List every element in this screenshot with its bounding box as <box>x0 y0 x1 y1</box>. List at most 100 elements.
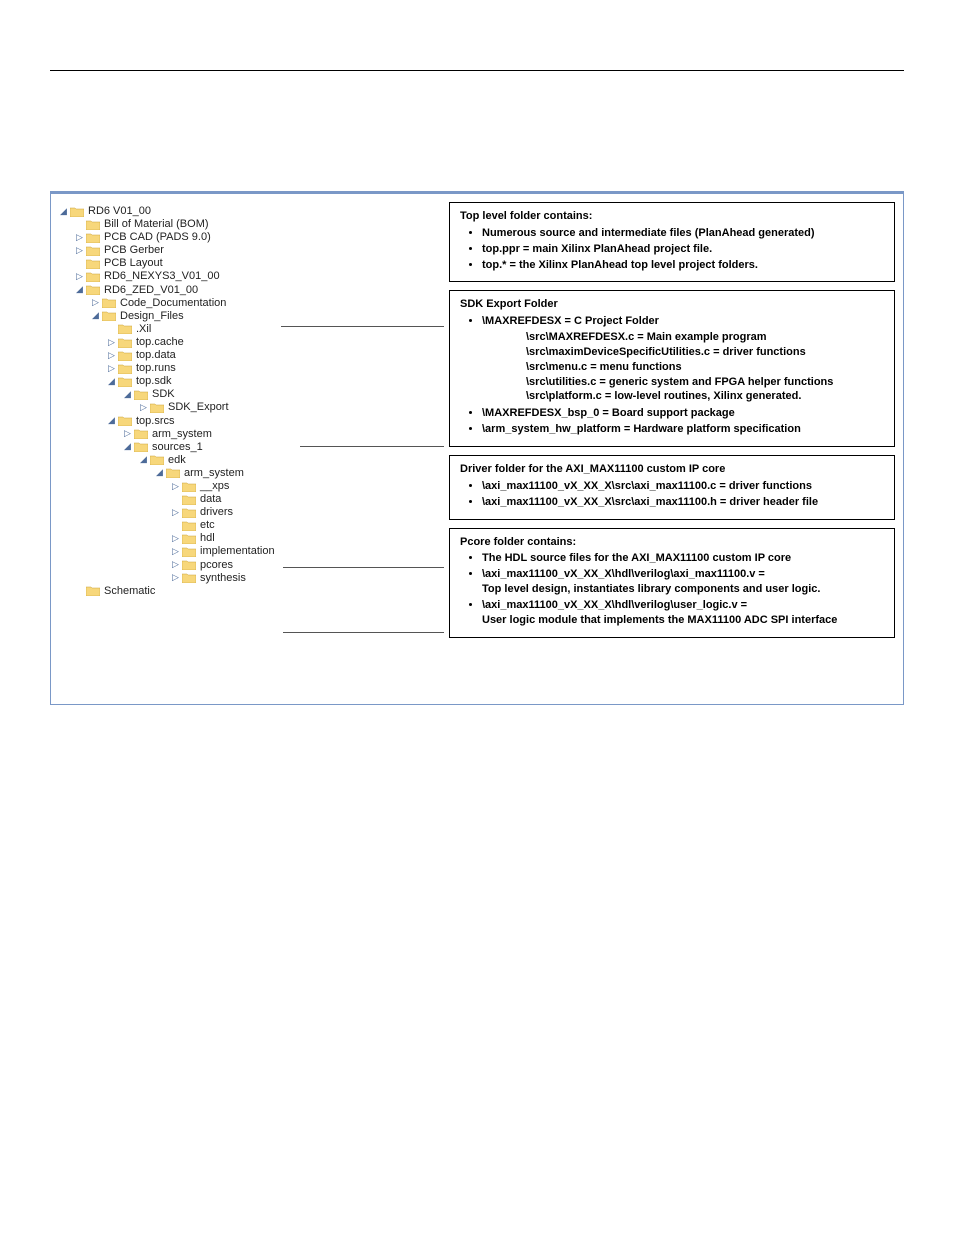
folder-icon <box>118 376 132 387</box>
box-bullet: \axi_max11100_vX_XX_X\src\axi_max11100.h… <box>482 495 884 510</box>
collapse-icon[interactable]: ◢ <box>107 415 116 426</box>
tree-item[interactable]: ▷ hdl <box>171 532 319 544</box>
folder-icon <box>134 428 148 439</box>
tree-item[interactable]: ◢RD6 V01_00 ·Bill of Material (BOM) ▷PCB… <box>59 205 319 597</box>
folder-icon <box>86 284 100 295</box>
box-subline: \src\platform.c = low-level routines, Xi… <box>526 389 884 404</box>
tree-label: top.sdk <box>136 375 171 387</box>
expand-icon[interactable]: ▷ <box>139 402 148 413</box>
tree-label: RD6 V01_00 <box>88 205 151 217</box>
expand-icon[interactable]: ▷ <box>171 572 180 583</box>
tree-item[interactable]: ▷implementation <box>171 545 319 557</box>
tree-item[interactable]: ▷ top.runs <box>107 362 319 374</box>
tree-item[interactable]: ▷arm_system <box>123 428 319 440</box>
tree-item[interactable]: ▷synthesis <box>171 572 319 584</box>
folder-icon <box>118 337 132 348</box>
folder-icon <box>134 389 148 400</box>
collapse-icon[interactable]: ◢ <box>75 284 84 295</box>
tree-item[interactable]: ◢top.srcs ▷arm_system ◢sources_1 ◢edk <box>107 415 319 584</box>
folder-icon <box>86 232 100 243</box>
tree-item[interactable]: ▷ pcores <box>171 559 319 571</box>
tree-item[interactable]: ·Bill of Material (BOM) <box>75 218 319 230</box>
collapse-icon[interactable]: ◢ <box>59 206 68 217</box>
box-subline: \src\MAXREFDESX.c = Main example program <box>526 330 884 345</box>
tree-label: hdl <box>200 532 215 544</box>
box-bullet: \MAXREFDESX = C Project Folder <box>482 314 884 329</box>
tree-item[interactable]: ◢ top.sdk ◢ SDK ▷SDK_Export <box>107 375 319 413</box>
box-bullet: \axi_max11100_vX_XX_X\hdl\verilog\user_l… <box>482 598 884 628</box>
tree-item[interactable]: ·PCB Layout <box>75 257 319 269</box>
box-subline: \src\menu.c = menu functions <box>526 360 884 375</box>
tree-item[interactable]: ◢ SDK ▷SDK_Export <box>123 388 319 413</box>
tree-label: data <box>200 493 221 505</box>
tree-item[interactable]: ▷ drivers <box>171 506 319 518</box>
folder-icon <box>86 219 100 230</box>
tree-label: drivers <box>200 506 233 518</box>
tree-item[interactable]: ▷ RD6_NEXYS3_V01_00 <box>75 270 319 282</box>
tree-item[interactable]: ▷ PCB Gerber <box>75 244 319 256</box>
tree-item[interactable]: ▷SDK_Export <box>139 401 319 413</box>
tree-label: etc <box>200 519 215 531</box>
expand-icon[interactable]: ▷ <box>75 271 84 282</box>
tree-item[interactable]: ·etc <box>171 519 319 531</box>
expand-icon[interactable]: ▷ <box>171 507 180 518</box>
tree-label: Bill of Material (BOM) <box>104 218 209 230</box>
tree-item[interactable]: ·data <box>171 493 319 505</box>
folder-icon <box>182 507 196 518</box>
folder-icon <box>102 310 116 321</box>
tree-label: top.data <box>136 349 176 361</box>
tree-label: PCB Gerber <box>104 244 164 256</box>
box-line: \axi_max11100_vX_XX_X\hdl\verilog\axi_ma… <box>482 568 765 580</box>
box-driver: Driver folder for the AXI_MAX11100 custo… <box>449 455 895 520</box>
tree-item[interactable]: ◢sources_1 ◢edk ◢arm_system <box>123 441 319 584</box>
expand-icon[interactable]: ▷ <box>123 428 132 439</box>
expand-icon[interactable]: ▷ <box>107 363 116 374</box>
expand-icon[interactable]: ▷ <box>171 481 180 492</box>
tree-item[interactable]: ·Schematic <box>75 585 319 597</box>
tree-label: top.runs <box>136 362 176 374</box>
tree-item[interactable]: ·.Xil <box>107 323 319 335</box>
collapse-icon[interactable]: ◢ <box>123 389 132 400</box>
tree-label: SDK <box>152 388 175 400</box>
expand-icon[interactable]: ▷ <box>107 337 116 348</box>
expand-icon[interactable]: ▷ <box>75 232 84 243</box>
folder-icon <box>70 206 84 217</box>
collapse-icon[interactable]: ◢ <box>155 467 164 478</box>
tree-item[interactable]: ◢ edk ◢ arm_system ▷__xps ·data <box>139 454 319 584</box>
tree-label: Design_Files <box>120 310 184 322</box>
document-page: ◢RD6 V01_00 ·Bill of Material (BOM) ▷PCB… <box>0 0 954 1235</box>
box-line: Top level design, instantiates library c… <box>482 583 820 595</box>
box-bullet: Numerous source and intermediate files (… <box>482 226 884 241</box>
tree-item[interactable]: ▷__xps <box>171 480 319 492</box>
tree-item[interactable]: ▷Code_Documentation <box>91 297 319 309</box>
expand-icon[interactable]: ▷ <box>171 559 180 570</box>
tree-label: RD6_NEXYS3_V01_00 <box>104 271 220 283</box>
folder-icon <box>86 585 100 596</box>
collapse-icon[interactable]: ◢ <box>107 376 116 387</box>
box-sdk-export: SDK Export Folder \MAXREFDESX = C Projec… <box>449 290 895 447</box>
tree-label: arm_system <box>184 467 244 479</box>
collapse-icon[interactable]: ◢ <box>123 441 132 452</box>
expand-icon[interactable]: ▷ <box>171 533 180 544</box>
tree-item[interactable]: ▷ top.data <box>107 349 319 361</box>
tree-item[interactable]: ◢ RD6_ZED_V01_00 ▷Code_Documentation ◢ Des… <box>75 284 319 584</box>
expand-icon[interactable]: ▷ <box>171 546 180 557</box>
tree-item[interactable]: ▷PCB CAD (PADS 9.0) <box>75 231 319 243</box>
folder-icon <box>134 441 148 452</box>
folder-icon <box>86 245 100 256</box>
expand-icon[interactable]: ▷ <box>107 350 116 361</box>
expand-icon[interactable]: ▷ <box>75 245 84 256</box>
tree-item[interactable]: ◢ Design_Files ·.Xil ▷top.cache ▷ top.data… <box>91 310 319 584</box>
folder-icon <box>118 363 132 374</box>
folder-icon <box>182 494 196 505</box>
collapse-icon[interactable]: ◢ <box>139 454 148 465</box>
tree-label: pcores <box>200 559 233 571</box>
tree-item[interactable]: ▷top.cache <box>107 336 319 348</box>
folder-icon <box>182 533 196 544</box>
folder-icon <box>166 467 180 478</box>
expand-icon[interactable]: ▷ <box>91 297 100 308</box>
tree-label: edk <box>168 454 186 466</box>
tree-label: RD6_ZED_V01_00 <box>104 284 198 296</box>
box-bullet: \arm_system_hw_platform = Hardware platf… <box>482 422 884 437</box>
collapse-icon[interactable]: ◢ <box>91 310 100 321</box>
